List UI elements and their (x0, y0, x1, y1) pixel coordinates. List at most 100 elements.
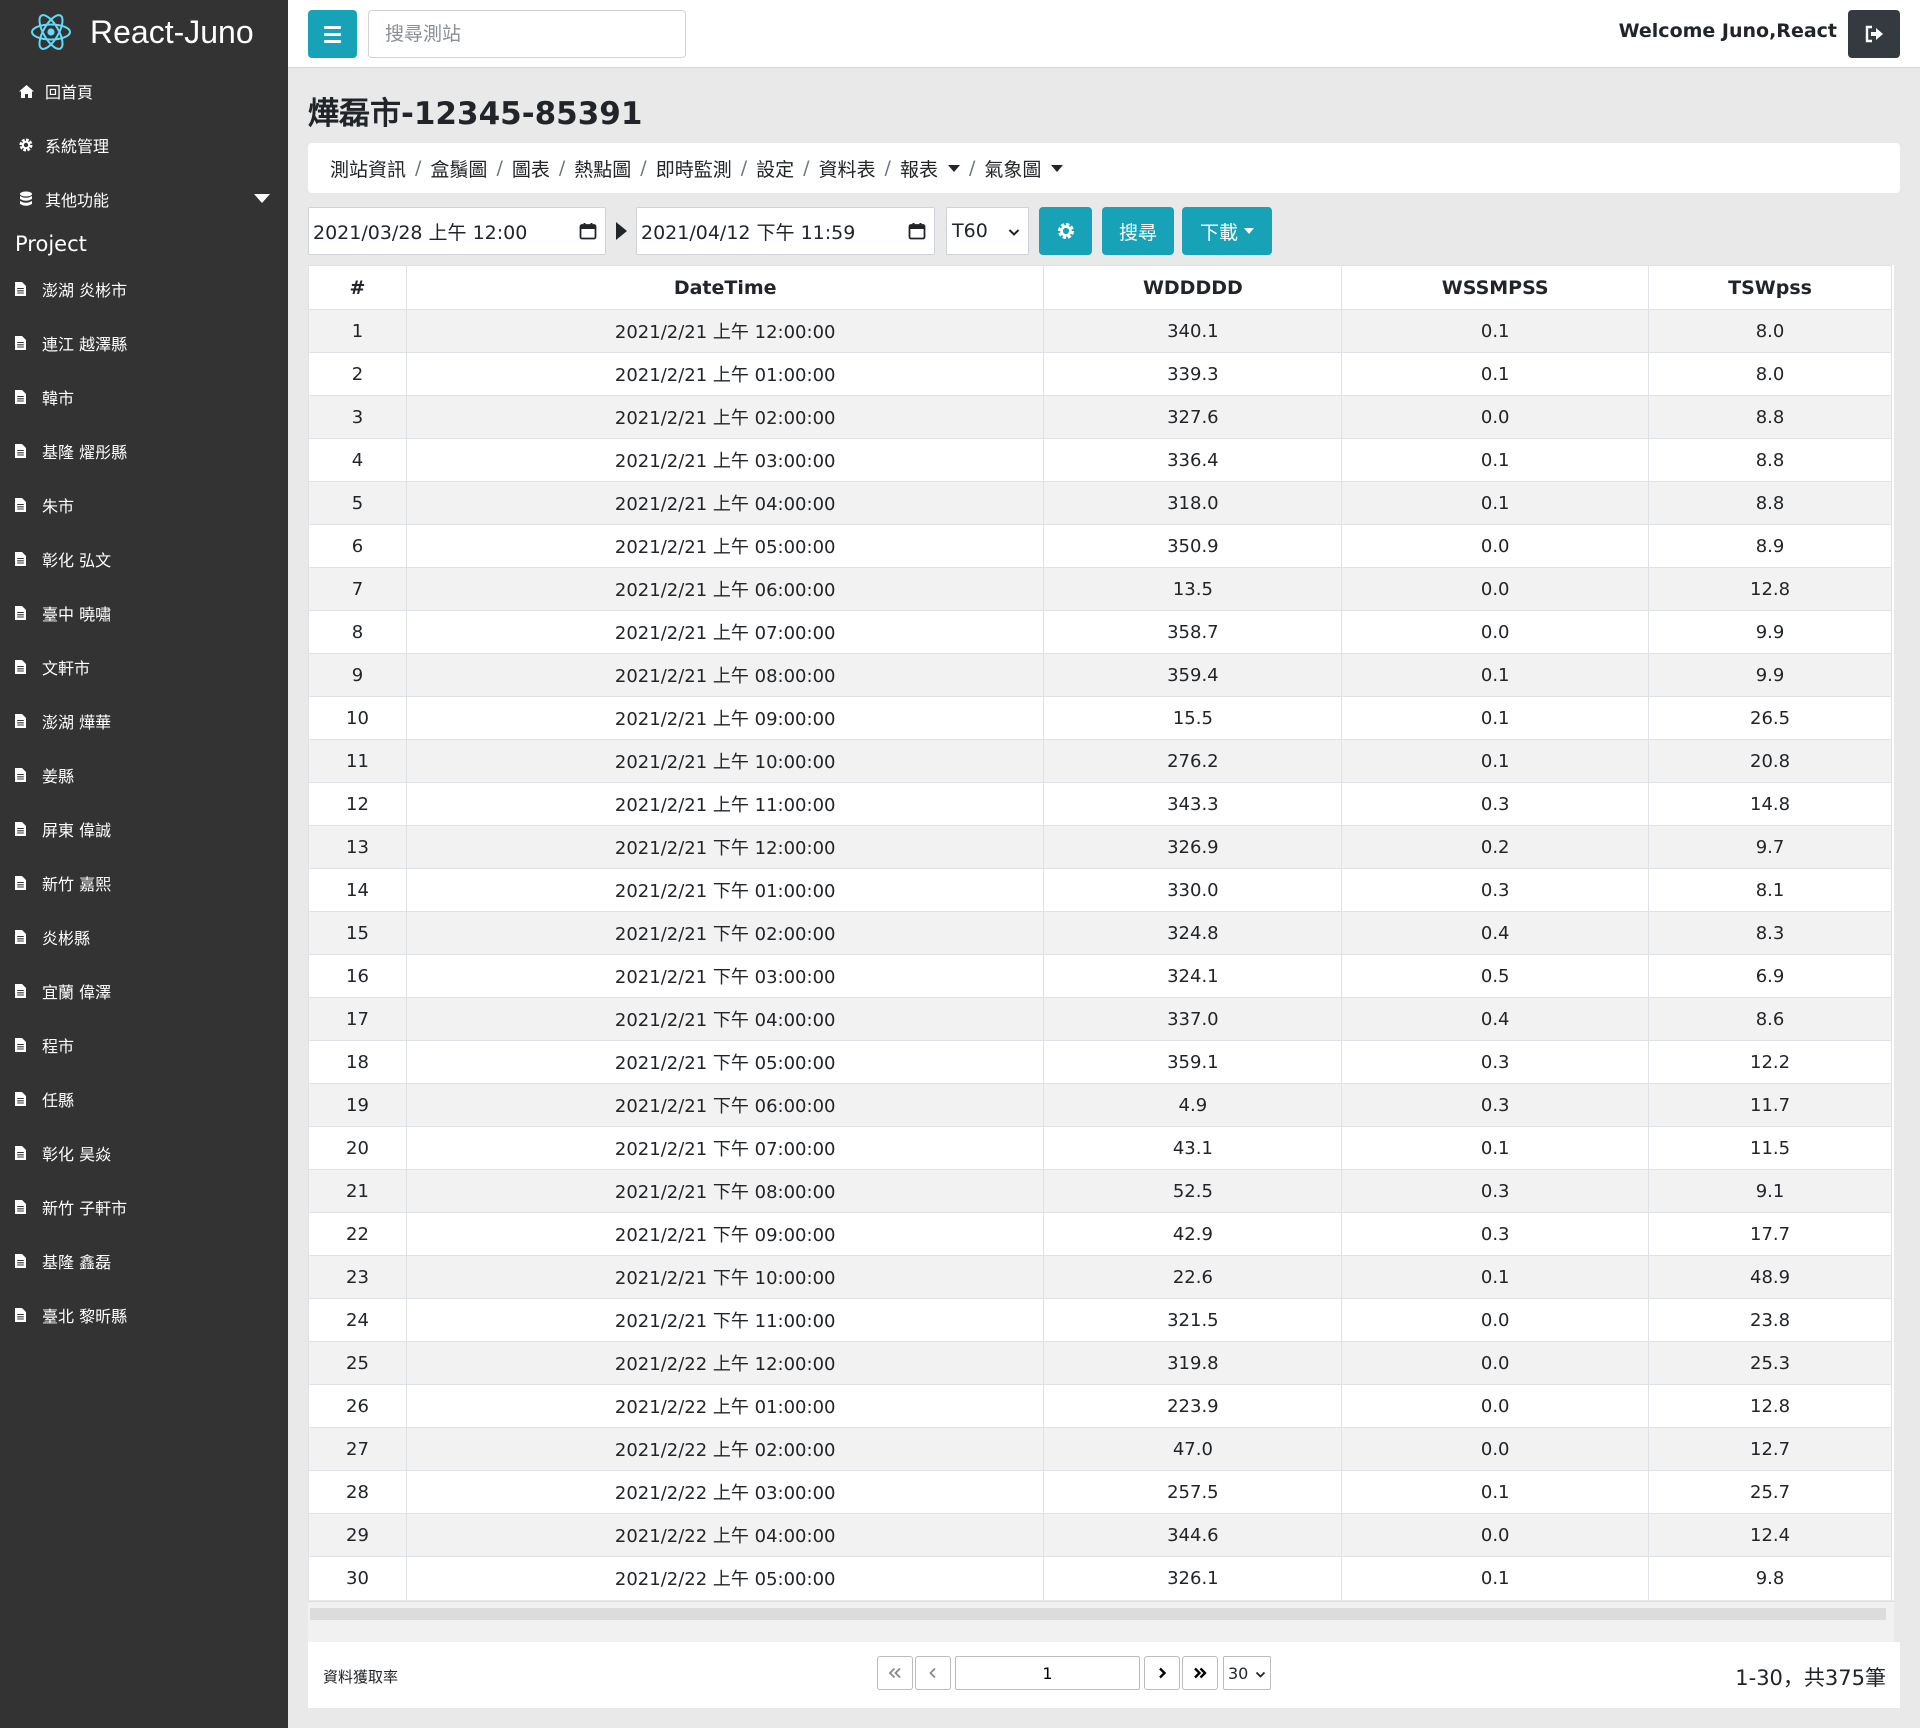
cell-wssmpss: 0.1 (1341, 438, 1650, 482)
sidebar-station-item[interactable]: 連江 越澤縣 (0, 316, 288, 370)
station-label: 朱市 (42, 497, 75, 516)
cell-wdddd: 321.5 (1043, 1298, 1343, 1342)
cell-wdddd: 327.6 (1043, 395, 1343, 439)
station-label: 任縣 (42, 1091, 75, 1110)
station-label: 連江 越澤縣 (42, 335, 128, 354)
sidebar-station-item[interactable]: 彰化 弘文 (0, 532, 288, 586)
crumb-boxplot[interactable]: 盒鬚圖 (430, 155, 487, 182)
table-row: 11 2021/2/21 上午 10:00:00 276.2 0.1 20.8 (308, 739, 1892, 783)
logout-button[interactable] (1848, 10, 1900, 58)
cell-wdddd: 324.8 (1043, 911, 1343, 955)
crumb-weather-dropdown[interactable]: 氣象圖 (984, 155, 1064, 182)
cell-wssmpss: 0.1 (1341, 739, 1650, 783)
sidebar-station-item[interactable]: 屏東 偉誠 (0, 802, 288, 856)
sidebar-station-item[interactable]: 基隆 鑫磊 (0, 1234, 288, 1288)
search-button[interactable]: 搜尋 (1102, 207, 1174, 255)
nav-item-other[interactable]: 其他功能 (0, 172, 288, 226)
cell-datetime: 2021/2/21 下午 05:00:00 (405, 1040, 1045, 1084)
column-header-wdddd[interactable]: WDDDDD (1043, 265, 1343, 310)
crumb-station-info[interactable]: 測站資訊 (330, 155, 406, 182)
page-size-select[interactable]: 30 (1223, 1656, 1271, 1690)
crumb-separator: / (496, 157, 503, 179)
column-header-wssmpss[interactable]: WSSMPSS (1341, 265, 1650, 310)
cell-wssmpss: 0.0 (1341, 1427, 1650, 1471)
crumb-separator: / (558, 157, 566, 179)
crumb-heatmap[interactable]: 熱點圖 (574, 155, 631, 182)
sidebar-station-item[interactable]: 新竹 嘉熙 (0, 856, 288, 910)
cell-index: 27 (308, 1427, 407, 1471)
sidebar-station-item[interactable]: 程市 (0, 1018, 288, 1072)
file-icon (15, 876, 35, 890)
interval-select[interactable]: T60 (946, 207, 1029, 255)
sidebar-station-item[interactable]: 澎湖 燁華 (0, 694, 288, 748)
interval-value: T60 (952, 220, 988, 242)
start-datetime-input[interactable]: 2021/03/28 上午 12:00 (308, 207, 606, 255)
horizontal-scrollbar[interactable] (308, 1601, 1894, 1642)
download-dropdown-button[interactable]: 下載 (1182, 207, 1272, 255)
sidebar-station-item[interactable]: 彰化 昊焱 (0, 1126, 288, 1180)
nav-item-system[interactable]: 系統管理 (0, 118, 288, 172)
cell-datetime: 2021/2/21 上午 03:00:00 (405, 438, 1045, 482)
cell-tswpss: 9.8 (1648, 1556, 1892, 1600)
sidebar-station-item[interactable]: 炎彬縣 (0, 910, 288, 964)
cell-datetime: 2021/2/21 下午 03:00:00 (405, 954, 1045, 998)
calendar-icon[interactable] (908, 222, 926, 240)
sidebar-station-item[interactable]: 澎湖 炎彬市 (0, 262, 288, 316)
gear-icon (15, 137, 37, 153)
sidebar-station-item[interactable]: 韓市 (0, 370, 288, 424)
file-icon (15, 336, 35, 350)
data-table-container: # DateTime WDDDDD WSSMPSS TSWpss 1 2021/2… (308, 265, 1894, 1600)
next-page-button[interactable] (1144, 1656, 1180, 1690)
station-label: 澎湖 燁華 (42, 713, 112, 732)
nav-item-home[interactable]: 回首頁 (0, 64, 288, 118)
cell-datetime: 2021/2/21 下午 08:00:00 (405, 1169, 1045, 1213)
file-icon (15, 282, 35, 296)
station-label: 臺北 黎昕縣 (42, 1307, 128, 1326)
crumb-chart[interactable]: 圖表 (512, 155, 550, 182)
sidebar-station-item[interactable]: 臺中 曉嘯 (0, 586, 288, 640)
prev-page-button[interactable] (915, 1656, 951, 1690)
menu-toggle-button[interactable] (308, 10, 357, 58)
end-datetime-input[interactable]: 2021/04/12 下午 11:59 (636, 207, 935, 255)
file-icon (15, 984, 35, 998)
cell-tswpss: 8.8 (1648, 481, 1892, 525)
caret-down-icon (254, 194, 270, 203)
sidebar-station-item[interactable]: 任縣 (0, 1072, 288, 1126)
sidebar-station-item[interactable]: 朱市 (0, 478, 288, 532)
crumb-datatable[interactable]: 資料表 (819, 155, 876, 182)
column-header-datetime[interactable]: DateTime (405, 265, 1045, 310)
cell-index: 18 (308, 1040, 407, 1084)
sidebar-station-item[interactable]: 文軒市 (0, 640, 288, 694)
cell-wssmpss: 0.3 (1341, 782, 1650, 826)
settings-button[interactable] (1039, 207, 1092, 255)
sidebar-station-item[interactable]: 宜蘭 偉澤 (0, 964, 288, 1018)
range-arrow-icon (616, 222, 627, 240)
station-search-input[interactable] (368, 10, 686, 58)
scrollbar-thumb[interactable] (310, 1608, 1886, 1620)
cell-index: 9 (308, 653, 407, 697)
column-header-index[interactable]: # (308, 265, 407, 310)
cell-index: 24 (308, 1298, 407, 1342)
sidebar-station-item[interactable]: 基隆 燿彤縣 (0, 424, 288, 478)
cell-datetime: 2021/2/22 上午 01:00:00 (405, 1384, 1045, 1428)
cell-datetime: 2021/2/21 上午 06:00:00 (405, 567, 1045, 611)
page-number-input[interactable] (955, 1656, 1140, 1690)
crumb-realtime[interactable]: 即時監測 (656, 155, 732, 182)
page-size-value: 30 (1228, 1663, 1249, 1683)
sidebar-station-item[interactable]: 臺北 黎昕縣 (0, 1288, 288, 1342)
brand[interactable]: React-Juno (0, 0, 288, 64)
sidebar-station-item[interactable]: 新竹 子軒市 (0, 1180, 288, 1234)
first-page-button[interactable] (877, 1656, 913, 1690)
cell-tswpss: 12.8 (1648, 1384, 1892, 1428)
table-row: 1 2021/2/21 上午 12:00:00 340.1 0.1 8.0 (308, 309, 1892, 353)
crumb-settings[interactable]: 設定 (756, 155, 794, 182)
cell-tswpss: 14.8 (1648, 782, 1892, 826)
data-table: # DateTime WDDDDD WSSMPSS TSWpss 1 2021/2… (308, 265, 1892, 1600)
sidebar-station-item[interactable]: 姜縣 (0, 748, 288, 802)
column-header-tswpss[interactable]: TSWpss (1648, 265, 1892, 310)
calendar-icon[interactable] (579, 222, 597, 240)
crumb-report-dropdown[interactable]: 報表 (900, 155, 960, 182)
cell-wdddd: 344.6 (1043, 1513, 1343, 1557)
cell-datetime: 2021/2/22 上午 05:00:00 (405, 1556, 1045, 1600)
last-page-button[interactable] (1182, 1656, 1218, 1690)
